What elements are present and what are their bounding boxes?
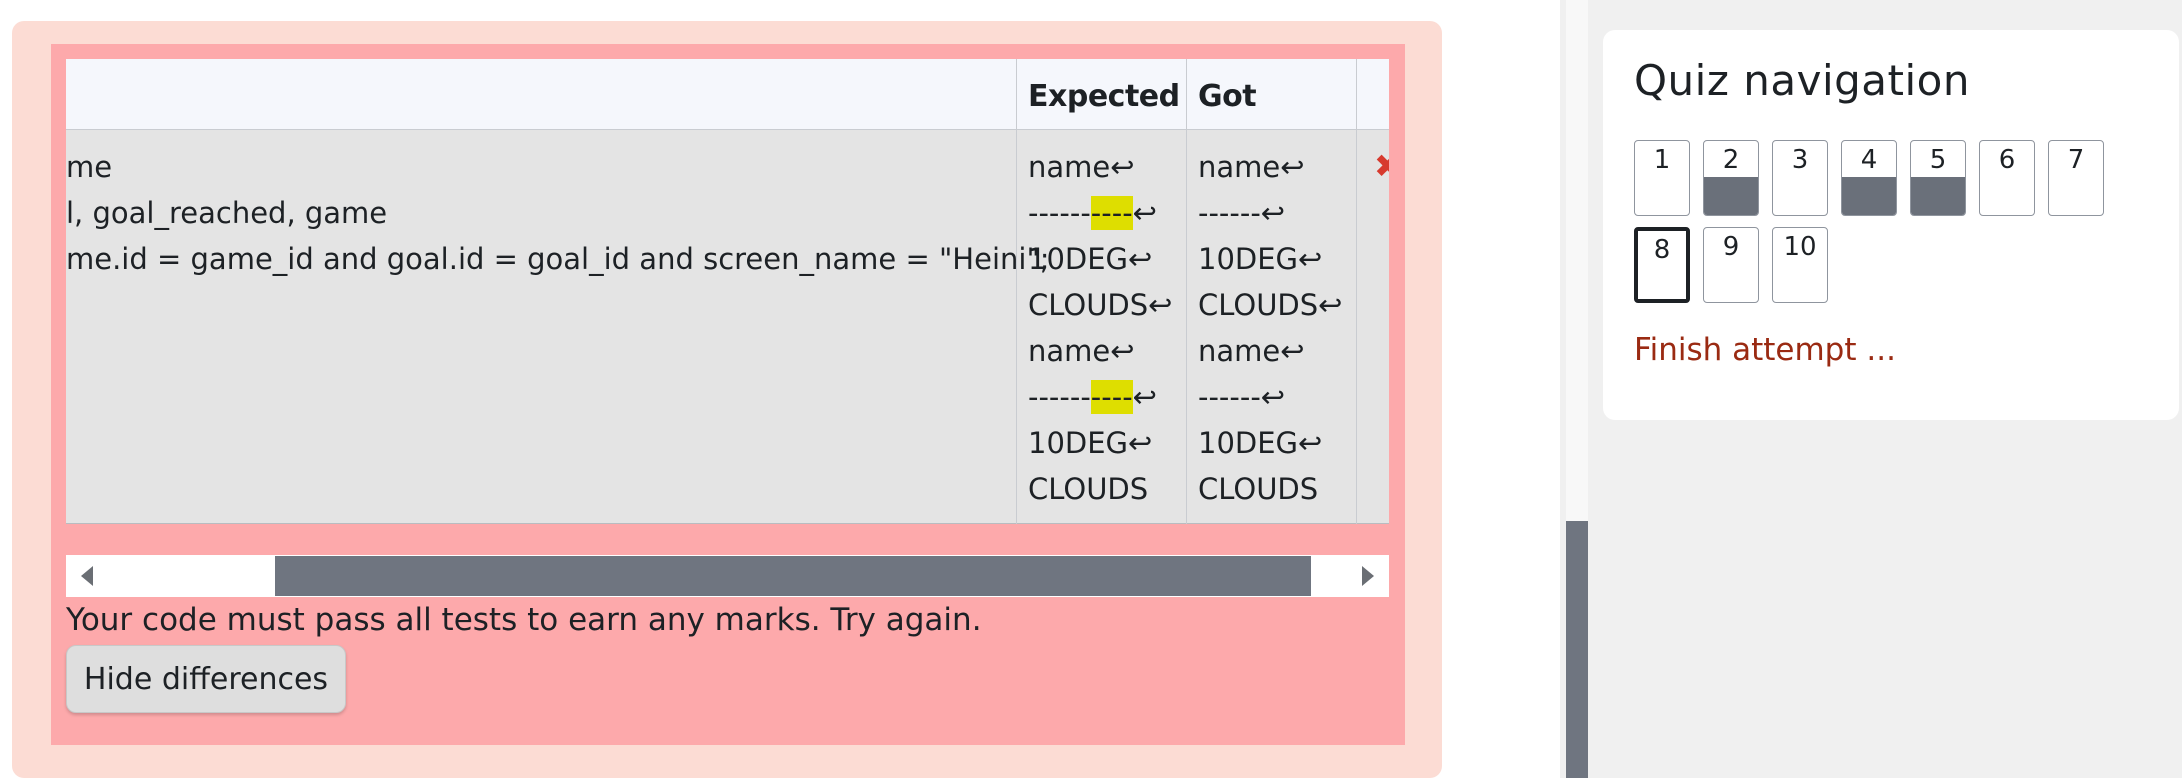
diff-highlight: ---- [1090,196,1133,230]
results-table: Expected Got me l, goal_reached, game me.i… [66,59,1389,524]
diff-highlight: ---- [1090,380,1133,414]
header-got: Got [1198,79,1257,114]
cross-icon: ✖ [1374,147,1389,185]
question-button-1[interactable]: 1 [1634,140,1690,216]
hide-differences-button[interactable]: Hide differences [66,645,346,713]
expected-text: ↩ [1132,196,1157,230]
test-code-line [66,420,1050,466]
question-button-10[interactable]: 10 [1772,227,1828,303]
test-code-line: l, goal_reached, game [66,196,388,230]
question-button-4[interactable]: 4 [1841,140,1897,216]
test-code-line [66,282,1050,328]
expected-line: 10DEG↩ [1028,236,1172,282]
expected-line: CLOUDS [1028,466,1172,512]
expected-text: 10DEG↩ [1028,426,1153,460]
answered-indicator [1842,177,1896,215]
question-number: 9 [1722,232,1740,262]
got-line: ------↩ [1198,380,1286,414]
question-number: 4 [1860,145,1878,175]
vertical-scrollbar-thumb[interactable] [1566,521,1588,778]
question-number: 6 [1998,145,2016,175]
question-button-7[interactable]: 7 [2048,140,2104,216]
got-line: 10DEG↩ [1198,426,1323,460]
expected-text: name↩ [1028,334,1135,368]
question-button-6[interactable]: 6 [1979,140,2035,216]
expected-text: 10DEG↩ [1028,242,1153,276]
got-line: CLOUDS↩ [1198,288,1343,322]
test-code-line: me [66,150,113,184]
expected-line: CLOUDS↩ [1028,282,1172,328]
expected-line: ----------↩ [1028,374,1172,420]
got-line: name↩ [1198,334,1305,368]
horizontal-scrollbar[interactable] [66,555,1389,597]
question-number: 1 [1653,145,1671,175]
answered-indicator [1911,177,1965,215]
expected-line: ----------↩ [1028,190,1172,236]
got-output-cell: name↩ ------↩ 10DEG↩ CLOUDS↩ name↩ ------↩ 10D… [1198,144,1342,512]
expected-line: name↩ [1028,144,1172,190]
expected-text: CLOUDS [1028,472,1149,506]
got-line: name↩ [1198,150,1305,184]
expected-text: ------ [1028,196,1091,230]
expected-line: name↩ [1028,328,1172,374]
question-button-9[interactable]: 9 [1703,227,1759,303]
scroll-right-icon[interactable] [1362,566,1374,586]
expected-text: CLOUDS↩ [1028,288,1173,322]
test-code-line [66,374,1050,420]
header-expected: Expected [1028,79,1180,114]
question-number: 2 [1722,145,1740,175]
expected-text: ------ [1028,380,1091,414]
expected-output-cell: name↩ ----------↩ 10DEG↩ CLOUDS↩ name↩ ------… [1028,144,1172,512]
question-number: 7 [2067,145,2085,175]
table-header-row [66,59,1389,130]
question-button-8[interactable]: 8 [1634,227,1690,303]
question-button-3[interactable]: 3 [1772,140,1828,216]
column-divider [1356,59,1357,524]
expected-text: name↩ [1028,150,1135,184]
got-line: 10DEG↩ [1198,242,1323,276]
question-button-5[interactable]: 5 [1910,140,1966,216]
expected-line: 10DEG↩ [1028,420,1172,466]
test-code-line [66,328,1050,374]
question-number: 5 [1929,145,1947,175]
question-button-2[interactable]: 2 [1703,140,1759,216]
scroll-left-icon[interactable] [81,566,93,586]
question-number: 3 [1791,145,1809,175]
answered-indicator [1704,177,1758,215]
column-divider [1186,59,1187,524]
scrollbar-thumb[interactable] [275,556,1311,596]
test-code-line [66,466,1050,512]
question-number: 10 [1783,232,1817,262]
got-line: CLOUDS [1198,472,1319,506]
expected-text: ↩ [1132,380,1157,414]
feedback-message: Your code must pass all tests to earn an… [66,602,982,638]
test-code-cell: me l, goal_reached, game me.id = game_id a… [66,144,1050,512]
question-number: 8 [1653,235,1671,265]
quiz-navigation-title: Quiz navigation [1634,56,1970,105]
test-code-line: me.id = game_id and goal.id = goal_id an… [66,242,1050,276]
finish-attempt-link[interactable]: Finish attempt ... [1634,332,1896,368]
got-line: ------↩ [1198,196,1286,230]
